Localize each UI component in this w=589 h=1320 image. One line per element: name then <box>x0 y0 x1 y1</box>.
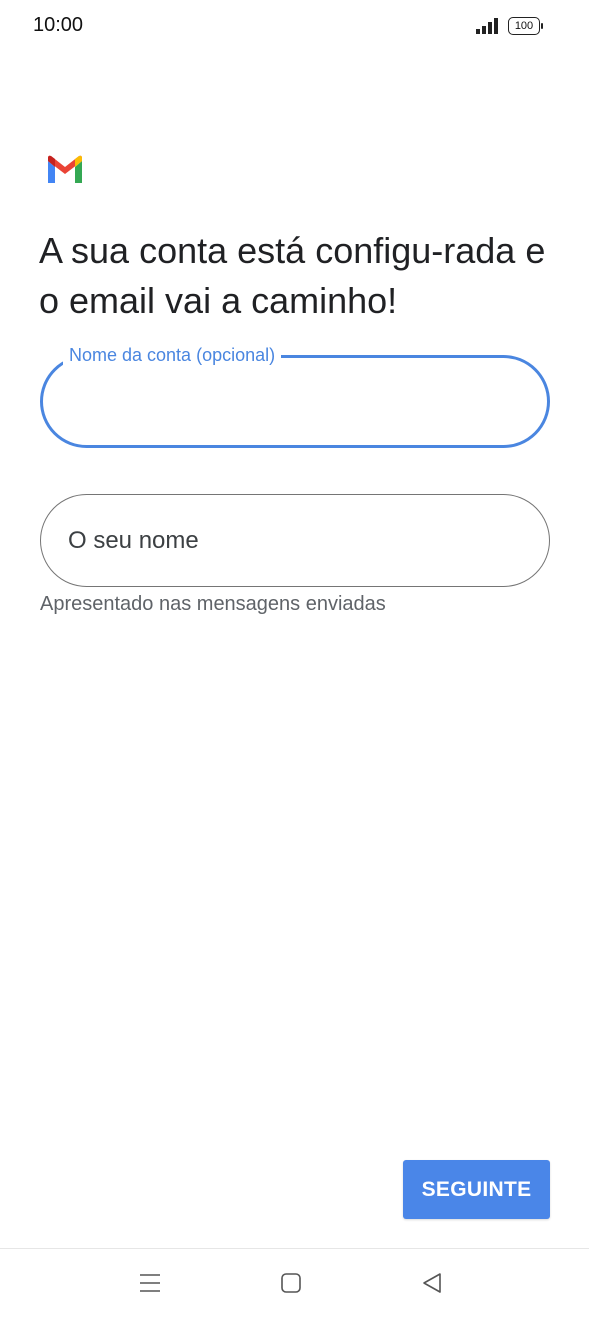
status-bar: 10:00 100 <box>0 0 589 54</box>
battery-icon: 100 <box>508 17 543 35</box>
status-time: 10:00 <box>33 14 84 36</box>
your-name-helper-text: Apresentado nas mensagens enviadas <box>40 593 386 615</box>
your-name-field[interactable] <box>40 494 550 587</box>
account-name-input[interactable] <box>67 384 523 422</box>
back-triangle-icon[interactable] <box>416 1267 448 1299</box>
navigation-bar <box>0 1249 589 1320</box>
account-name-label: Nome da conta (opcional) <box>63 343 282 367</box>
your-name-input[interactable] <box>66 522 525 560</box>
account-name-field[interactable]: Nome da conta (opcional) <box>40 343 550 448</box>
screen: 10:00 100 A sua conta está configu-rada … <box>0 0 589 1320</box>
page-title: A sua conta está configu-rada e o email … <box>39 230 546 321</box>
next-button[interactable]: SEGUINTE <box>403 1160 550 1219</box>
gmail-logo-icon <box>48 155 82 183</box>
menu-icon[interactable] <box>134 1267 166 1299</box>
signal-bars-icon <box>476 18 498 34</box>
home-square-icon[interactable] <box>275 1267 307 1299</box>
battery-level: 100 <box>514 20 534 32</box>
